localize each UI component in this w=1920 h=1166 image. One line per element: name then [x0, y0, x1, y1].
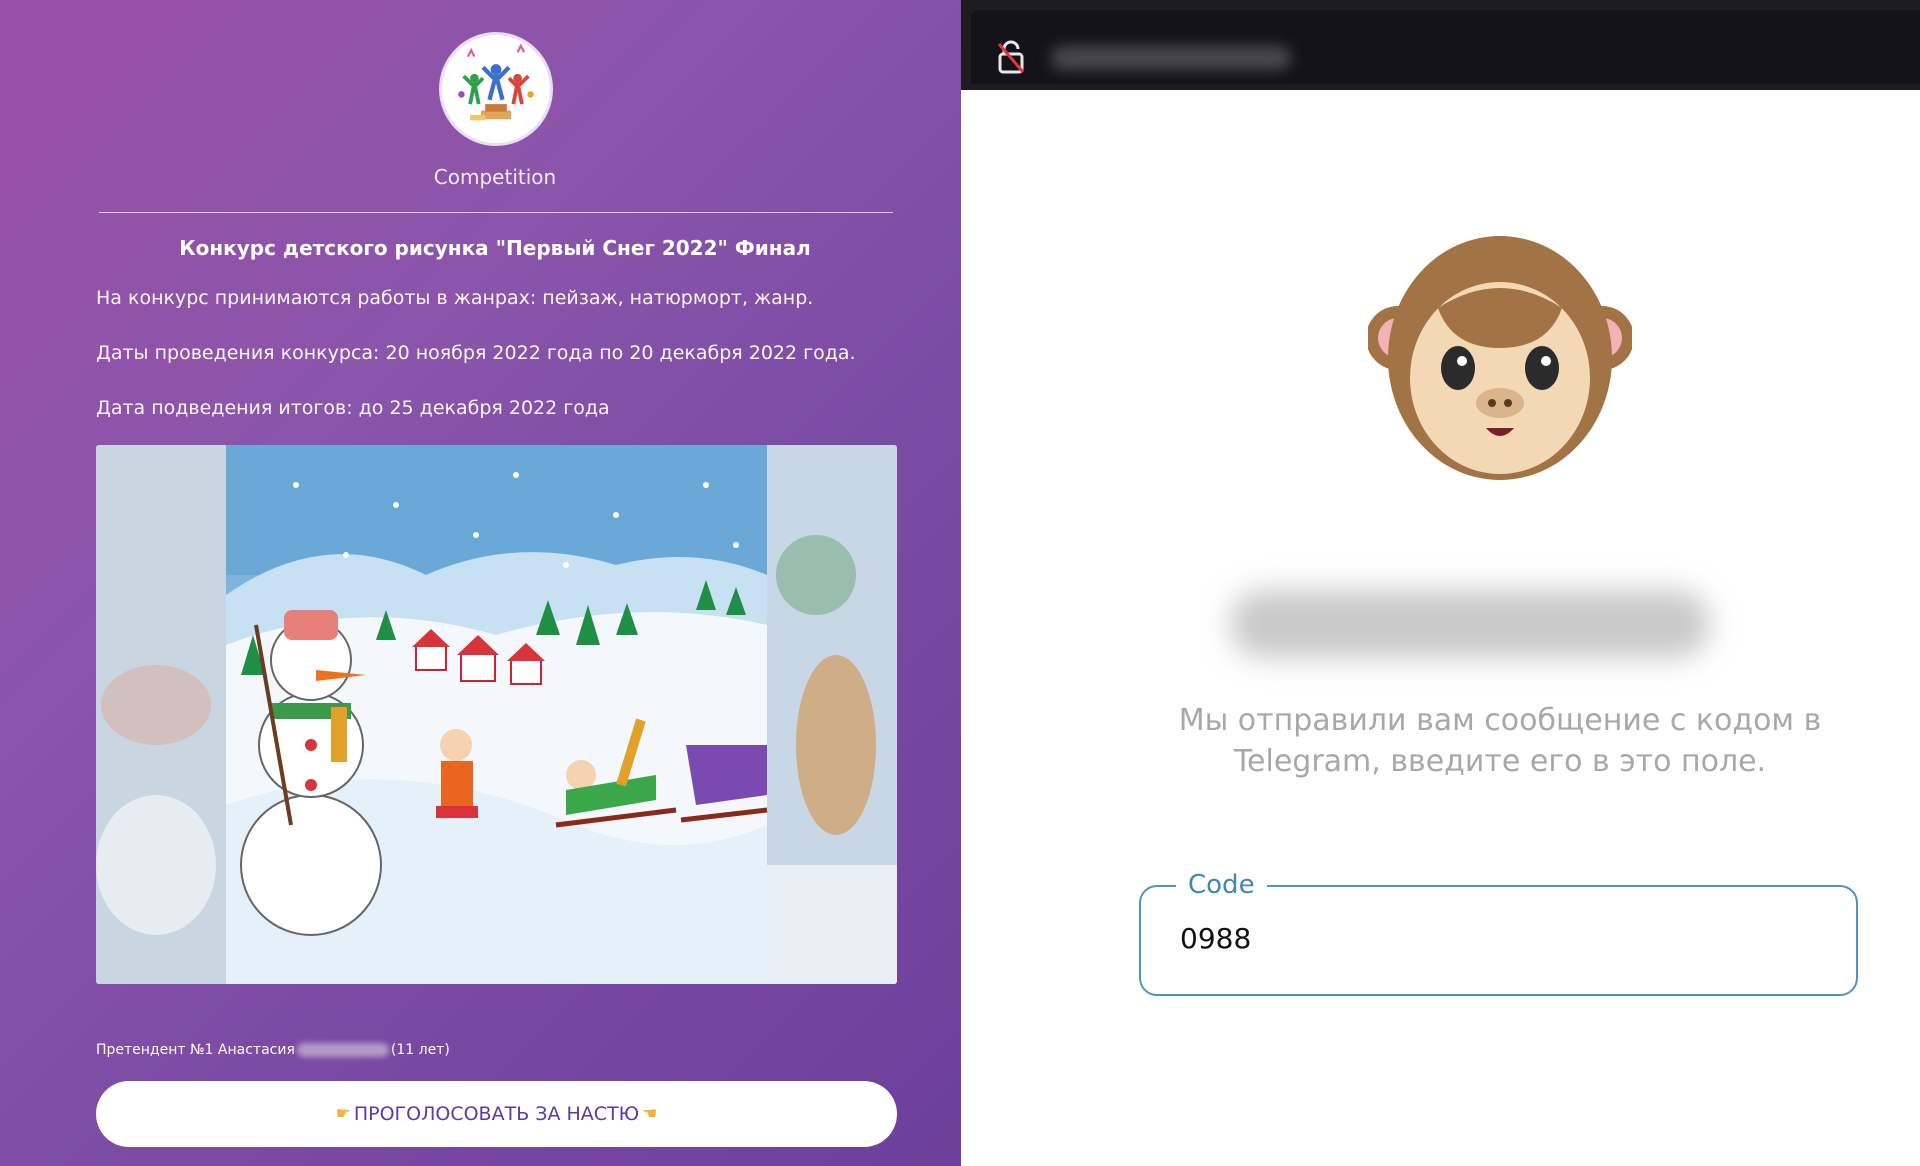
vote-button-label: ПРОГОЛОСОВАТЬ ЗА НАСТЮ [353, 1103, 640, 1125]
candidate-caption: Претендент №1 Анастасия (11 лет) [96, 1042, 450, 1058]
monkey-face-icon [1368, 236, 1632, 480]
redacted-phone-number [1230, 590, 1710, 658]
redacted-url [1051, 46, 1291, 70]
browser-toolbar [961, 0, 1920, 90]
hint-line-2: Telegram, введите его в это поле. [1233, 744, 1767, 779]
code-sent-hint: Мы отправили вам сообщение с кодом в Tel… [1140, 700, 1860, 782]
genre-paragraph: На конкурс принимаются работы в жанрах: … [96, 287, 814, 309]
contest-page: Competition Конкурс детского рисунка "Пе… [0, 0, 961, 1166]
redacted-surname [296, 1043, 389, 1057]
dates-paragraph: Даты проведения конкурса: 20 ноября 2022… [96, 342, 856, 364]
contest-title: Конкурс детского рисунка "Первый Снег 20… [179, 236, 811, 260]
candidate-prefix: Претендент №1 Анастасия [96, 1042, 295, 1058]
competition-logo-icon [439, 32, 553, 146]
address-bar[interactable] [971, 10, 1920, 84]
pointing-hand-icon: ☛ [335, 1104, 351, 1124]
brand-name: Competition [433, 165, 557, 189]
pointing-hand-icon: ☚ [642, 1104, 658, 1124]
drawing-carousel[interactable] [96, 445, 897, 984]
divider [99, 212, 893, 213]
vote-button[interactable]: ☛ ПРОГОЛОСОВАТЬ ЗА НАСТЮ ☚ [96, 1081, 897, 1147]
results-paragraph: Дата подведения итогов: до 25 декабря 20… [96, 397, 610, 419]
candidate-age: (11 лет) [390, 1042, 450, 1058]
hint-line-1: Мы отправили вам сообщение с кодом в [1178, 703, 1822, 738]
broken-lock-icon [997, 40, 1025, 74]
code-input[interactable]: 0988 [1180, 922, 1780, 955]
snowman-drawing-image [96, 445, 897, 984]
code-field-label: Code [1176, 870, 1267, 900]
